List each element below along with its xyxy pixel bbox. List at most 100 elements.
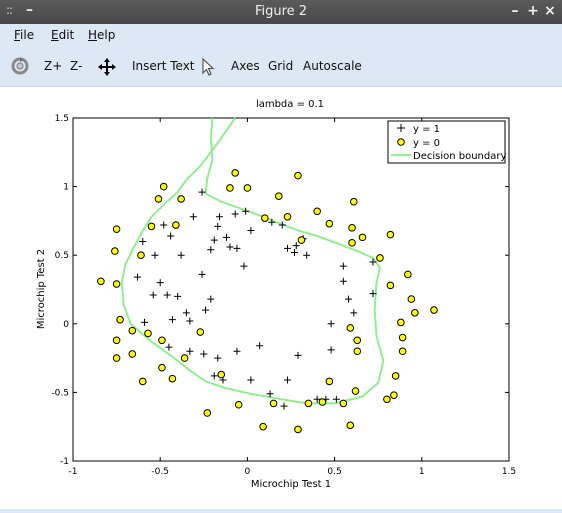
point-y0 <box>411 309 419 317</box>
point-y0 <box>304 399 313 408</box>
y-tick-label: -0.5 <box>51 388 69 398</box>
zoom-out-button[interactable]: Z- <box>70 59 82 73</box>
point-y0 <box>259 422 267 431</box>
point-y0 <box>159 182 168 191</box>
chart-title: lambda = 0.1 <box>256 99 324 110</box>
x-tick-label: 1 <box>419 467 425 477</box>
point-y0 <box>177 195 185 203</box>
rotate-icon[interactable] <box>10 56 30 76</box>
point-y0 <box>158 336 166 345</box>
x-axis-label: Microchip Test 1 <box>251 479 331 490</box>
point-y0 <box>386 281 395 290</box>
point-y0 <box>386 230 395 239</box>
point-y0 <box>325 219 334 228</box>
grid-button[interactable]: Grid <box>268 59 293 73</box>
point-y0 <box>154 195 163 203</box>
plot-svg[interactable]: lambda = 0.1 -1 -0.5 0 0.5 1 1.5 -1 -0.5 0 0.5 1 1.… <box>0 87 562 509</box>
point-y0 <box>180 354 189 362</box>
y-tick-label: 0 <box>63 320 69 330</box>
point-y0 <box>168 374 177 383</box>
y-tick-label: 1.5 <box>55 114 69 124</box>
point-y0 <box>339 399 348 408</box>
point-y0 <box>112 354 121 362</box>
point-y0 <box>390 391 398 399</box>
point-y0 <box>294 171 302 180</box>
legend-y0-label: y = 0 <box>413 138 440 149</box>
point-y0 <box>217 370 226 379</box>
point-y0 <box>283 212 292 221</box>
point-y0 <box>147 222 156 231</box>
x-tick-label: 0.5 <box>327 467 341 477</box>
point-y0 <box>313 207 321 216</box>
point-y0 <box>243 184 252 192</box>
point-y0 <box>196 328 205 336</box>
minimize-button[interactable]: – <box>508 3 522 19</box>
point-y0 <box>111 247 119 255</box>
window-titlebar[interactable]: :: – Figure 2 – + × <box>0 0 562 24</box>
point-y0 <box>234 400 243 409</box>
menu-file[interactable]: File <box>14 28 34 42</box>
point-y0 <box>158 363 166 372</box>
menu-file-rest: ile <box>20 28 35 42</box>
point-y0 <box>430 306 438 314</box>
point-y0 <box>294 425 302 434</box>
point-y0 <box>407 295 416 303</box>
menu-help-mnemonic: H <box>88 28 98 42</box>
point-y0 <box>391 372 400 380</box>
menu-edit[interactable]: Edit <box>51 28 74 42</box>
zoom-in-button[interactable]: Z+ <box>44 59 62 73</box>
point-y0 <box>112 225 121 233</box>
window-bottom-edge <box>0 509 562 513</box>
y-axis-label: Microchip Test 2 <box>36 249 47 329</box>
pan-icon[interactable] <box>97 57 117 77</box>
point-y0 <box>172 221 180 229</box>
point-y0 <box>203 409 212 417</box>
pointer-icon[interactable] <box>200 57 216 77</box>
maximize-button[interactable]: + <box>526 3 540 19</box>
toolbar: Z+ Z- Insert Text Axes Grid Autoscale <box>0 46 562 87</box>
point-y0 <box>404 270 412 279</box>
figure-canvas[interactable]: lambda = 0.1 -1 -0.5 0 0.5 1 1.5 -1 -0.5 0 0.5 1 1.… <box>0 87 562 509</box>
point-y0 <box>318 398 327 406</box>
autoscale-button[interactable]: Autoscale <box>303 59 362 73</box>
point-y0 <box>297 236 306 244</box>
point-y0 <box>348 223 356 232</box>
x-tick-label: 1.5 <box>502 467 516 477</box>
point-y0 <box>128 350 137 358</box>
point-y0 <box>397 318 405 327</box>
legend-y1-label: y = 1 <box>413 124 440 135</box>
menu-bar: File Edit Help <box>0 24 562 46</box>
point-y0 <box>346 324 355 332</box>
point-y0 <box>358 233 367 242</box>
x-tick-label: -0.5 <box>151 467 169 477</box>
y-tick-label: 0.5 <box>55 251 69 261</box>
point-y0 <box>325 377 334 386</box>
point-y0 <box>112 280 121 288</box>
point-y0 <box>138 377 147 386</box>
legend-boundary-label: Decision boundary <box>413 151 506 162</box>
axes-button[interactable]: Axes <box>231 59 260 73</box>
point-y0 <box>376 254 384 262</box>
point-y0 <box>274 192 283 201</box>
x-tick-label: -1 <box>69 467 78 477</box>
point-y0 <box>398 347 407 356</box>
point-y0 <box>269 399 278 408</box>
legend: y = 1 y = 0 Decision boundary <box>387 120 506 164</box>
point-y0 <box>137 251 145 259</box>
menu-edit-rest: dit <box>58 28 75 42</box>
legend-circle-marker <box>397 138 405 146</box>
y-tick-label: 1 <box>63 183 69 193</box>
point-y0 <box>128 326 137 335</box>
point-y0 <box>231 169 239 177</box>
close-button[interactable]: × <box>543 3 557 19</box>
menu-help-rest: elp <box>97 28 116 42</box>
menu-help[interactable]: Help <box>88 28 115 42</box>
point-y0 <box>398 333 407 342</box>
menu-edit-mnemonic: E <box>51 28 59 42</box>
point-y0 <box>348 239 356 247</box>
point-y0 <box>351 387 360 395</box>
point-y0 <box>97 277 105 286</box>
insert-text-button[interactable]: Insert Text <box>132 59 195 73</box>
point-y0 <box>349 197 358 206</box>
point-y0 <box>261 214 269 222</box>
